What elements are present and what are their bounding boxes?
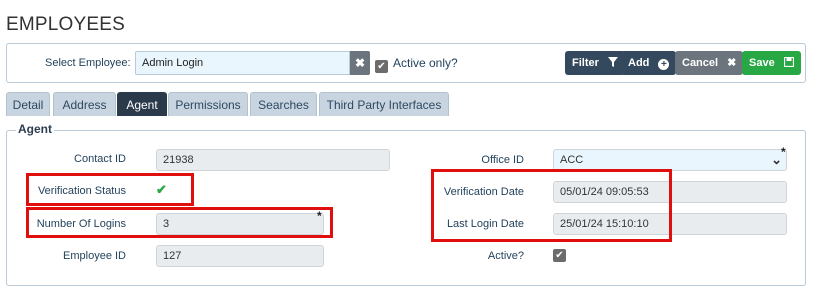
contact-id-field: 21938 (156, 149, 390, 171)
active-only-label: Active only? (393, 56, 458, 70)
tab-detail[interactable]: Detail (6, 92, 50, 116)
active-checkbox[interactable]: ✔ (553, 249, 566, 262)
filter-button-label: Filter (572, 57, 599, 69)
employee-id-label: Employee ID (63, 250, 126, 262)
tab-searches[interactable]: Searches (250, 92, 317, 116)
save-button[interactable]: Save (742, 51, 801, 75)
tab-third-party-interfaces[interactable]: Third Party Interfaces (319, 92, 449, 116)
page-title: EMPLOYEES (6, 14, 126, 35)
add-button-label: Add (628, 57, 650, 69)
save-icon (783, 56, 794, 69)
select-employee-label: Select Employee: (45, 57, 131, 69)
cancel-button[interactable]: Cancel ✖ (675, 51, 744, 75)
office-id-select[interactable]: ACC ⌄ (553, 149, 787, 171)
highlight-verification-status (26, 173, 194, 206)
clear-employee-button[interactable]: ✖ (350, 51, 370, 75)
active-label: Active? (487, 250, 524, 262)
tab-agent[interactable]: Agent (117, 92, 167, 116)
select-employee-input[interactable]: Admin Login (135, 51, 350, 75)
active-only-toggle[interactable]: ✔ Active only? (375, 56, 458, 73)
highlight-number-of-logins (26, 207, 333, 238)
tab-address[interactable]: Address (53, 92, 116, 116)
tab-permissions[interactable]: Permissions (168, 92, 248, 116)
filter-icon (607, 57, 618, 69)
office-id-value: ACC (560, 154, 584, 166)
toolbar-panel: Select Employee: Admin Login ✖ ✔ Active o… (6, 43, 806, 83)
save-button-label: Save (749, 57, 775, 69)
agent-legend: Agent (16, 122, 54, 136)
employee-id-field: 127 (156, 245, 324, 267)
filter-button[interactable]: Filter (565, 51, 625, 75)
required-marker: * (781, 145, 786, 159)
contact-id-label: Contact ID (74, 153, 126, 165)
add-button[interactable]: Add + (621, 51, 677, 75)
highlight-dates (431, 169, 672, 242)
cancel-button-label: Cancel (682, 57, 719, 69)
clear-icon: ✖ (354, 56, 366, 70)
times-icon: ✖ (727, 57, 737, 69)
office-id-label: Office ID (481, 154, 524, 166)
plus-circle-icon: + (658, 57, 670, 70)
checkbox-icon: ✔ (375, 60, 388, 73)
